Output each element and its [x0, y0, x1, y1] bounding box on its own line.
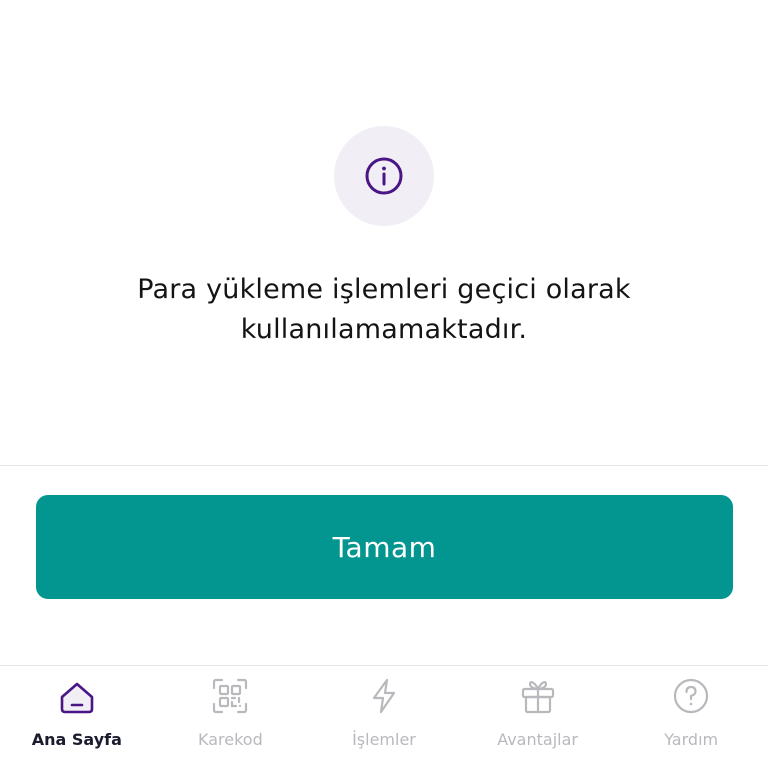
nav-item-karekod[interactable]: Karekod	[154, 666, 308, 768]
nav-label: Karekod	[198, 730, 263, 749]
nav-item-islemler[interactable]: İşlemler	[307, 666, 461, 768]
nav-item-avantajlar[interactable]: Avantajlar	[461, 666, 615, 768]
info-icon	[365, 157, 403, 195]
nav-label: Ana Sayfa	[31, 730, 122, 749]
app-screen: Para yükleme işlemleri geçici olarak kul…	[0, 0, 768, 768]
dialog-message: Para yükleme işlemleri geçici olarak kul…	[137, 274, 631, 345]
nav-item-yardim[interactable]: Yardım	[614, 666, 768, 768]
nav-label: İşlemler	[352, 730, 416, 749]
home-icon	[57, 676, 97, 716]
bottom-navigation: Ana Sayfa Karekod İşlemler Avantajlar Ya…	[0, 666, 768, 768]
lightning-icon	[364, 676, 404, 716]
divider	[0, 465, 768, 466]
gift-icon	[518, 676, 558, 716]
qr-code-icon	[210, 676, 250, 716]
info-icon-badge	[334, 126, 434, 226]
nav-item-ana-sayfa[interactable]: Ana Sayfa	[0, 666, 154, 768]
help-icon	[671, 676, 711, 716]
nav-label: Yardım	[664, 730, 719, 749]
nav-label: Avantajlar	[497, 730, 578, 749]
confirm-button[interactable]: Tamam	[36, 495, 733, 599]
